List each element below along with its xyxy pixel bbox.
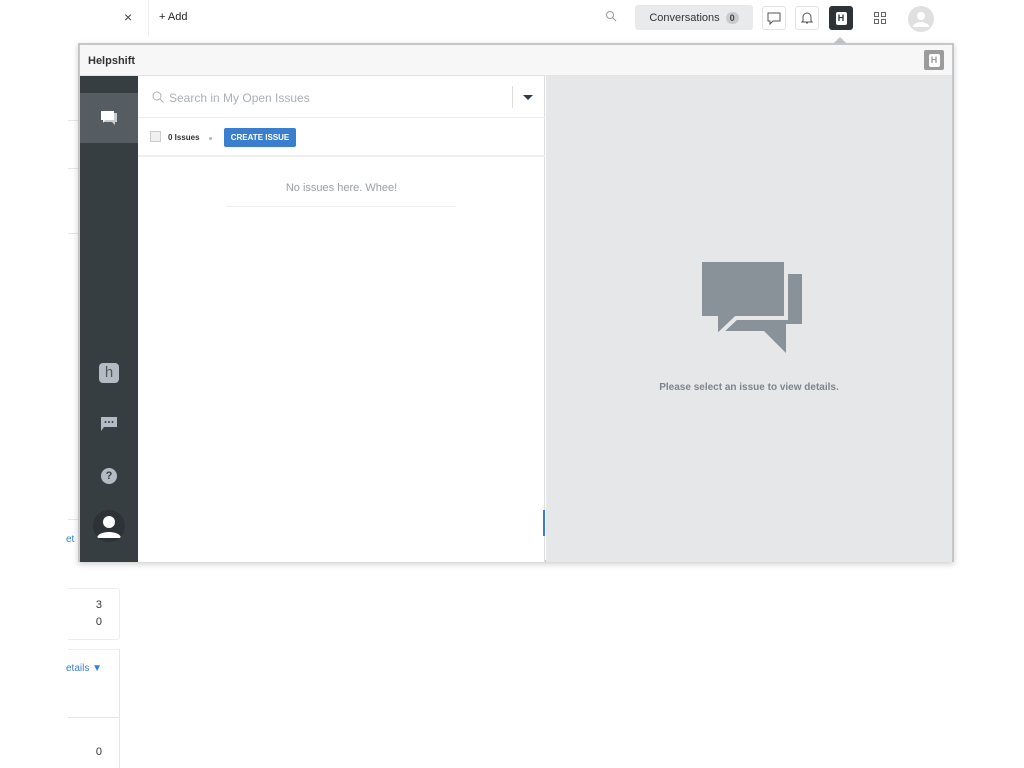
helpshift-h-icon: h [99, 363, 119, 383]
issue-detail-panel: Please select an issue to view details. [546, 76, 952, 562]
popup-header: Helpshift H [80, 45, 952, 76]
sidebar-item-messages[interactable] [99, 414, 119, 434]
background-panel [68, 588, 120, 640]
search-input[interactable]: Search in My Open Issues [169, 91, 310, 105]
background-link[interactable]: et [66, 534, 74, 545]
divider [512, 86, 513, 108]
add-button[interactable]: + Add [159, 11, 187, 23]
filter-dropdown-caret-icon[interactable] [523, 95, 533, 100]
user-avatar[interactable] [908, 6, 934, 32]
chat-icon [767, 12, 781, 25]
helpshift-logo-icon[interactable]: H [924, 50, 944, 70]
apps-grid-icon[interactable] [874, 12, 886, 24]
popup-title: Helpshift [88, 55, 136, 67]
background-value: 3 [95, 599, 102, 611]
conversations-label: Conversations [649, 11, 720, 24]
notifications-button[interactable] [795, 6, 819, 30]
top-bar: × + Add Conversations 0 H [0, 0, 1024, 38]
user-icon [913, 12, 929, 27]
divider [226, 206, 456, 207]
help-icon: ? [101, 468, 117, 484]
sidebar-item-help[interactable]: ? [99, 466, 119, 486]
divider [148, 0, 149, 36]
separator-dot [209, 137, 212, 140]
user-avatar-icon [97, 516, 121, 538]
select-all-checkbox[interactable] [150, 131, 161, 142]
background-value: 0 [95, 616, 102, 628]
chat-bubbles-icon [101, 111, 117, 125]
sidebar-item-helpshift[interactable]: h [99, 363, 119, 383]
message-dots-icon [101, 417, 117, 431]
conversation-placeholder-icon [700, 260, 802, 353]
sidebar-user-avatar[interactable] [93, 510, 125, 542]
issue-list-panel: Search in My Open Issues 0 Issues CREATE… [138, 76, 545, 562]
details-link[interactable]: etails ▼ [66, 663, 102, 674]
scrollbar[interactable] [543, 510, 545, 536]
create-issue-button[interactable]: CREATE ISSUE [224, 128, 296, 147]
empty-message: No issues here. Whee! [285, 182, 398, 194]
search-bar: Search in My Open Issues [138, 76, 545, 118]
search-icon[interactable] [605, 10, 617, 22]
helpshift-popup: Helpshift H h ? Search in My Open Issues… [78, 43, 954, 562]
conversations-button[interactable]: Conversations 0 [635, 5, 753, 30]
sidebar: h ? [80, 76, 138, 562]
search-icon [152, 91, 164, 103]
bell-icon [800, 12, 814, 24]
conversations-count: 0 [725, 11, 739, 24]
helpshift-logo-icon: H [835, 11, 847, 25]
background-value: 0 [95, 746, 102, 758]
detail-placeholder-message: Please select an issue to view details. [659, 382, 839, 393]
sidebar-item-issues[interactable] [80, 93, 138, 143]
issue-toolbar: 0 Issues CREATE ISSUE [138, 118, 545, 157]
chat-button[interactable] [762, 6, 786, 30]
issues-count: 0 Issues [168, 133, 200, 142]
close-tab-button[interactable]: × [124, 9, 132, 25]
helpshift-button[interactable]: H [829, 6, 853, 30]
